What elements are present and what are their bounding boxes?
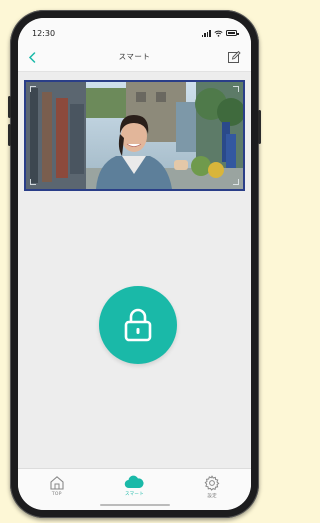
frame-corner	[233, 86, 239, 92]
power-button	[258, 110, 261, 144]
status-bar: 12:30	[18, 18, 251, 42]
signal-icon	[201, 29, 211, 37]
volume-up-button	[8, 96, 11, 118]
frame-corner	[233, 179, 239, 185]
volume-down-button	[8, 124, 11, 146]
tab-settings-label: 設定	[207, 494, 217, 499]
status-time: 12:30	[32, 28, 56, 38]
camera-image	[26, 82, 243, 189]
tab-smart-label: スマート	[124, 492, 145, 497]
camera-feed[interactable]	[24, 80, 245, 191]
wifi-icon	[214, 30, 223, 37]
nav-bar: スマート	[18, 42, 251, 72]
cloud-icon	[125, 475, 145, 489]
frame-corner	[30, 86, 36, 92]
home-indicator	[99, 504, 170, 506]
chevron-left-icon	[28, 51, 36, 63]
tab-top-label: TOP	[51, 492, 62, 497]
home-icon	[50, 476, 64, 490]
back-button[interactable]	[24, 49, 40, 65]
tab-settings[interactable]: 設定	[182, 475, 242, 499]
edit-button[interactable]	[227, 49, 243, 65]
tab-smart[interactable]: スマート	[104, 475, 164, 497]
page-title: スマート	[118, 52, 151, 61]
gear-icon	[204, 475, 220, 491]
battery-icon	[226, 30, 239, 36]
lock-icon	[124, 308, 152, 342]
phone-mockup: 12:30 スマート TOP スマート 設定	[0, 0, 265, 523]
unlock-button[interactable]	[99, 286, 177, 364]
tab-bar: TOP スマート 設定	[18, 468, 251, 510]
tab-top[interactable]: TOP	[27, 475, 87, 497]
status-icons	[201, 29, 239, 37]
frame-corner	[30, 179, 36, 185]
edit-icon	[228, 50, 241, 63]
app-screen: 12:30 スマート TOP スマート 設定	[18, 18, 251, 510]
